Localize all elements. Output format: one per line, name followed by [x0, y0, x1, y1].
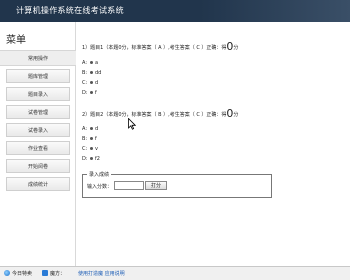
grade-button[interactable]: 打分 [145, 181, 167, 190]
option-text: d [95, 80, 99, 86]
option-text: d [95, 126, 99, 132]
grade-legend: 录入成绩 [87, 171, 112, 178]
sidebar-item-question-bank[interactable]: 题库管理 [6, 69, 70, 83]
question-1-option-a[interactable]: A: a [82, 60, 98, 66]
sidebar-item-label: 题库管理 [27, 74, 48, 80]
question-1-text: 1）题目1（本题0分，标准答案（ A ）,考生答案（ C ）正确：得 [82, 45, 227, 51]
score-label: 输入分数： [87, 184, 113, 190]
option-key: B: [82, 136, 88, 142]
sidebar: 菜单 常用操作 题库管理 题目录入 试卷管理 试卷录入 作业查看 开始阅卷 成绩… [0, 22, 76, 266]
question-2-option-a[interactable]: A: d [82, 126, 98, 132]
header-gradient [200, 0, 350, 22]
sidebar-item-common[interactable]: 常用操作 [0, 50, 76, 66]
radio-dot-icon [90, 81, 93, 84]
option-text: f [95, 136, 97, 142]
question-1-option-c[interactable]: C: d [82, 80, 98, 86]
question-1-option-b[interactable]: B: dd [82, 70, 101, 76]
browser-globe-icon [4, 270, 10, 276]
grade-entry-fieldset: 录入成绩 输入分数： 打分 [82, 171, 272, 198]
option-key: A: [82, 126, 88, 132]
option-key: C: [82, 80, 88, 86]
radio-dot-icon [90, 91, 93, 94]
score-input[interactable] [114, 181, 144, 190]
menu-title: 菜单 [6, 35, 26, 46]
status-item-sale[interactable]: 今日特卖 [4, 270, 32, 277]
status-item-magic[interactable]: 魔方： [42, 270, 65, 277]
option-key: D: [82, 156, 88, 162]
app-title: 计算机操作系统在线考试系统 [16, 6, 124, 15]
question-2-option-b[interactable]: B: f [82, 136, 97, 142]
sidebar-item-homework[interactable]: 作业查看 [6, 141, 70, 155]
radio-dot-icon [90, 127, 93, 130]
option-text: v [95, 146, 98, 152]
sidebar-item-label: 常用操作 [27, 56, 48, 62]
question-2-header: 2）题目2（本题0分，标准答案（ B ）,考生答案（ C ）正确：得0分 [82, 107, 238, 120]
option-key: C: [82, 146, 88, 152]
question-2-option-c[interactable]: C: v [82, 146, 98, 152]
status-item-label: 今日特卖 [12, 271, 33, 277]
feed-icon [42, 270, 48, 276]
radio-dot-icon [90, 137, 93, 140]
option-key: A: [82, 60, 88, 66]
sidebar-item-label: 成绩统计 [27, 182, 48, 188]
question-2-unit: 分 [233, 112, 239, 118]
sidebar-item-paper-manage[interactable]: 试卷管理 [6, 105, 70, 119]
sidebar-item-question-entry[interactable]: 题目录入 [6, 87, 70, 101]
question-1-option-d[interactable]: D: f [82, 90, 97, 96]
sidebar-item-label: 试卷录入 [27, 128, 48, 134]
radio-dot-icon [90, 61, 93, 64]
question-1-unit: 分 [233, 45, 239, 51]
option-key: D: [82, 90, 88, 96]
sidebar-item-start-grading[interactable]: 开始阅卷 [6, 159, 70, 173]
mouse-cursor-icon [128, 118, 136, 130]
option-key: B: [82, 70, 88, 76]
app-header: 计算机操作系统在线考试系统 [0, 0, 350, 22]
radio-dot-icon [90, 147, 93, 150]
status-link[interactable]: 使用打造魔 应用说明 [78, 270, 125, 277]
status-item-label: 魔方： [50, 271, 66, 277]
sidebar-item-paper-entry[interactable]: 试卷录入 [6, 123, 70, 137]
sidebar-item-label: 开始阅卷 [27, 164, 48, 170]
sidebar-item-label: 试卷管理 [27, 110, 48, 116]
browser-status-bar: 今日特卖 魔方： 使用打造魔 应用说明 [0, 266, 350, 280]
sidebar-item-label: 题目录入 [27, 92, 48, 98]
sidebar-item-label: 作业查看 [27, 146, 48, 152]
question-1-header: 1）题目1（本题0分，标准答案（ A ）,考生答案（ C ）正确：得0分 [82, 40, 238, 53]
radio-dot-icon [90, 71, 93, 74]
option-text: a [95, 60, 99, 66]
option-text: f2 [95, 156, 100, 162]
option-text: f [95, 90, 97, 96]
option-text: dd [95, 70, 102, 76]
radio-dot-icon [90, 157, 93, 160]
sidebar-item-score-stats[interactable]: 成绩统计 [6, 177, 70, 191]
question-2-text: 2）题目2（本题0分，标准答案（ B ）,考生答案（ C ）正确：得 [82, 112, 227, 118]
question-2-option-d[interactable]: D: f2 [82, 156, 100, 162]
